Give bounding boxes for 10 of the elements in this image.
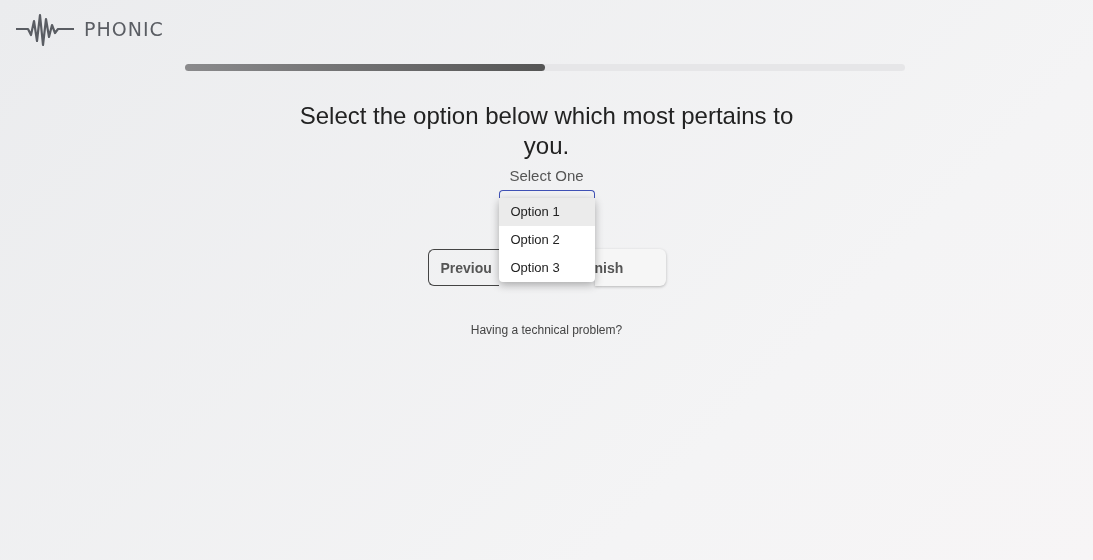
finish-button[interactable]: nish	[594, 249, 666, 286]
brand-name: PHONIC	[84, 18, 164, 40]
waveform-logo-icon	[16, 11, 76, 47]
menu-option[interactable]: Option 1	[498, 198, 595, 226]
help-link[interactable]: Having a technical problem?	[470, 323, 623, 337]
select-label: Select One	[509, 167, 584, 184]
menu-option[interactable]: Option 2	[498, 226, 595, 254]
question-title: Select the option below which most pertains to you.	[298, 101, 795, 161]
previous-button[interactable]: Previou	[427, 249, 499, 286]
menu-option[interactable]: Option 3	[498, 254, 595, 282]
